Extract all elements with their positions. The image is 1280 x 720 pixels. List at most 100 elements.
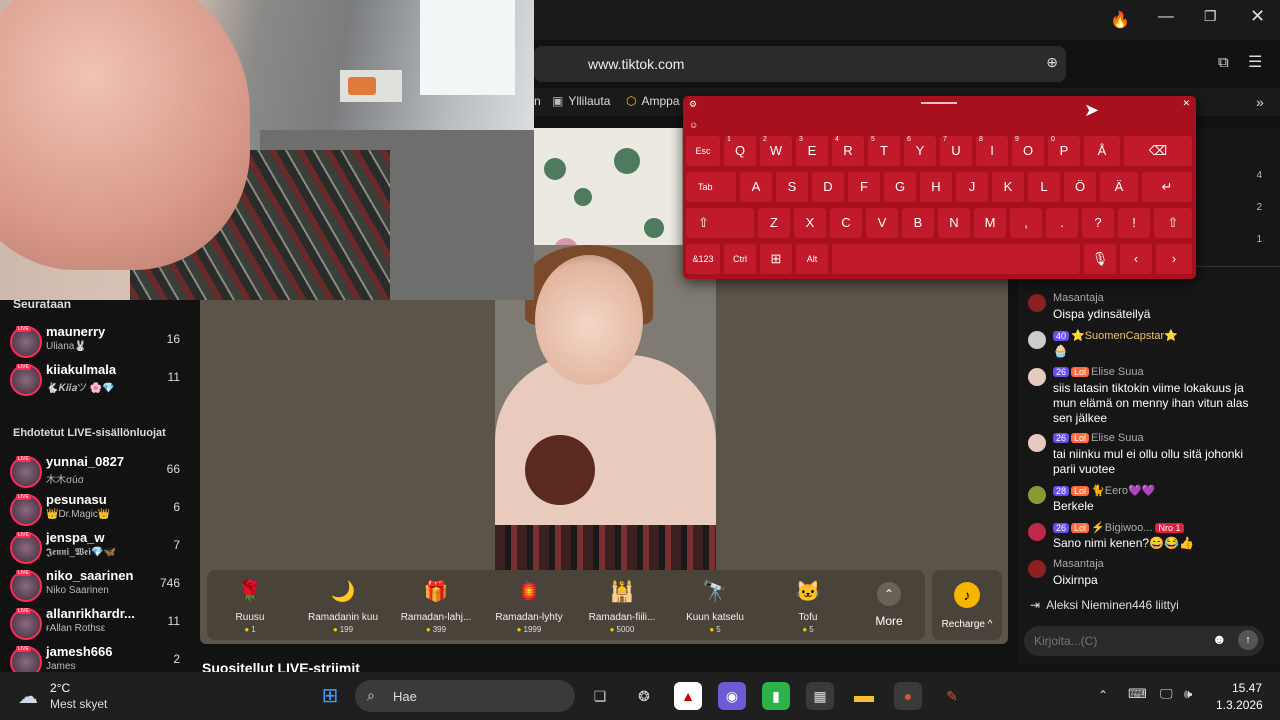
key[interactable]: Å [1084, 136, 1120, 166]
following-item[interactable]: kiiakulmala 🐇𝑲𝒊𝒊𝒂ツ 🌸💎 11 [10, 362, 190, 398]
key[interactable]: 4R [832, 136, 864, 166]
key[interactable]: . [1046, 208, 1078, 238]
chart-app-icon[interactable]: ▮ [762, 682, 790, 710]
recharge-button[interactable]: ♪ Recharge ^ [932, 570, 1002, 640]
more-gifts-button[interactable]: ⌃ More [868, 578, 910, 634]
chatgpt-icon[interactable]: ❂ [630, 682, 658, 710]
key[interactable]: D [812, 172, 844, 202]
suggested-item[interactable]: niko_saarinen Niko Saarinen 746 [10, 568, 190, 604]
key[interactable]: V [866, 208, 898, 238]
key[interactable]: H [920, 172, 952, 202]
key[interactable]: A [740, 172, 772, 202]
key[interactable]: X [794, 208, 826, 238]
emoji-panel-icon[interactable]: ☺ [689, 120, 698, 130]
key[interactable]: N [938, 208, 970, 238]
key[interactable]: Ö [1064, 172, 1096, 202]
key[interactable]: 1Q [724, 136, 756, 166]
chat-input-box[interactable]: ☻ ↑ [1024, 626, 1264, 656]
key[interactable]: M [974, 208, 1006, 238]
clock-time[interactable]: 15.47 [1232, 681, 1262, 695]
menu-icon[interactable]: ☰ [1248, 52, 1262, 72]
key[interactable]: Tab [686, 172, 736, 202]
gift-item[interactable]: 🎁Ramadan-lahj...399 [396, 578, 476, 634]
drag-handle[interactable] [921, 102, 957, 104]
enter-key[interactable]: ↵ [1142, 172, 1192, 202]
symbols-key[interactable]: &123 [686, 244, 720, 274]
volume-icon[interactable]: 🕪 [1184, 686, 1192, 702]
backspace-key[interactable]: ⌫ [1124, 136, 1192, 166]
tabs-icon[interactable]: ⧉ [1218, 54, 1229, 71]
taskbar-search[interactable]: ⌕ Hae [355, 680, 575, 712]
gift-item[interactable]: 🕌Ramadan-fiili...5000 [582, 578, 662, 634]
suggested-item[interactable]: jamesh666 James 2 [10, 644, 190, 672]
task-view-icon[interactable]: ❏ [586, 682, 614, 710]
bookmarks-overflow-icon[interactable]: » [1256, 94, 1264, 110]
left-arrow-key[interactable]: ‹ [1120, 244, 1152, 274]
key[interactable]: Ä [1100, 172, 1138, 202]
bookmark-ylilauta[interactable]: ▣ Yllilauta [552, 94, 610, 108]
gift-item[interactable]: 🏮Ramadan-lyhty1999 [489, 578, 569, 634]
mic-key[interactable]: 🎙 [1084, 244, 1116, 274]
ctrl-key[interactable]: Ctrl [724, 244, 756, 274]
suggested-item[interactable]: pesunasu 👑Dr.Magic👑 6 [10, 492, 190, 528]
weather-icon[interactable]: ☁ [18, 684, 38, 709]
paint-icon[interactable]: ✎ [938, 682, 966, 710]
close-icon[interactable]: ✕ [1250, 6, 1265, 27]
suggested-item[interactable]: jenspa_w 𝕵𝖊𝖓𝖓𝖎_𝖂𝖊𝖎💎🦋 7 [10, 530, 190, 566]
gift-item[interactable]: 🐱Tofu5 [768, 578, 848, 634]
key[interactable]: 8I [976, 136, 1008, 166]
keyboard-close-icon[interactable]: ✕ [1182, 98, 1190, 109]
bookmark-amppa[interactable]: ⬡ Amppa [626, 94, 680, 108]
key[interactable]: L [1028, 172, 1060, 202]
restore-icon[interactable]: ❐ [1204, 8, 1217, 25]
key[interactable]: 5T [868, 136, 900, 166]
gift-item[interactable]: 🔭Kuun katselu5 [675, 578, 755, 634]
leo-ai-icon[interactable]: ⊕ [1046, 54, 1058, 71]
chevron-up-icon[interactable]: ⌃ [1098, 688, 1108, 702]
start-icon[interactable]: ⊞ [316, 682, 344, 710]
duckduckgo-icon[interactable]: ● [894, 682, 922, 710]
keyboard-icon[interactable]: ⌨ [1128, 686, 1147, 702]
key[interactable]: 7U [940, 136, 972, 166]
calculator-icon[interactable]: ▦ [806, 682, 834, 710]
app-icon[interactable]: ▲ [674, 682, 702, 710]
key[interactable]: 9O [1012, 136, 1044, 166]
address-bar[interactable]: www.tiktok.com ⊕ [534, 46, 1066, 82]
minimize-icon[interactable]: — [1158, 8, 1174, 26]
clock-date[interactable]: 1.3.2026 [1216, 698, 1263, 712]
shift-key[interactable]: ⇧ [1154, 208, 1192, 238]
key[interactable]: 2W [760, 136, 792, 166]
chat-input[interactable] [1034, 632, 1204, 650]
flame-icon[interactable]: 🔥 [1110, 10, 1130, 30]
key[interactable]: B [902, 208, 934, 238]
key[interactable]: 0P [1048, 136, 1080, 166]
key[interactable]: K [992, 172, 1024, 202]
space-key[interactable] [832, 244, 1080, 274]
key[interactable]: 3E [796, 136, 828, 166]
key[interactable]: S [776, 172, 808, 202]
shift-key[interactable]: ⇧ [686, 208, 754, 238]
key[interactable]: J [956, 172, 988, 202]
network-icon[interactable]: 🖵 [1160, 686, 1173, 702]
suggested-item[interactable]: yunnai_0827 木木σúσ 66 [10, 454, 190, 490]
key[interactable]: F [848, 172, 880, 202]
suggested-item[interactable]: allanrikhardr... ғAllan Rothsε 11 [10, 606, 190, 642]
camera-app-icon[interactable]: ◉ [718, 682, 746, 710]
file-explorer-icon[interactable]: ▬ [850, 682, 878, 710]
following-item[interactable]: maunerry Uliana🐰 16 [10, 324, 190, 360]
emoji-icon[interactable]: ☻ [1212, 631, 1227, 647]
send-icon[interactable]: ↑ [1238, 630, 1258, 650]
key[interactable]: Esc [686, 136, 720, 166]
key[interactable]: ! [1118, 208, 1150, 238]
windows-key[interactable]: ⊞ [760, 244, 792, 274]
key[interactable]: , [1010, 208, 1042, 238]
gift-item[interactable]: 🌙Ramadanin kuu199 [303, 578, 383, 634]
key[interactable]: ? [1082, 208, 1114, 238]
alt-key[interactable]: Alt [796, 244, 828, 274]
right-arrow-key[interactable]: › [1156, 244, 1192, 274]
key[interactable]: Z [758, 208, 790, 238]
key[interactable]: 6Y [904, 136, 936, 166]
key[interactable]: G [884, 172, 916, 202]
key[interactable]: C [830, 208, 862, 238]
gift-item[interactable]: 🌹Ruusu1 [210, 578, 290, 634]
